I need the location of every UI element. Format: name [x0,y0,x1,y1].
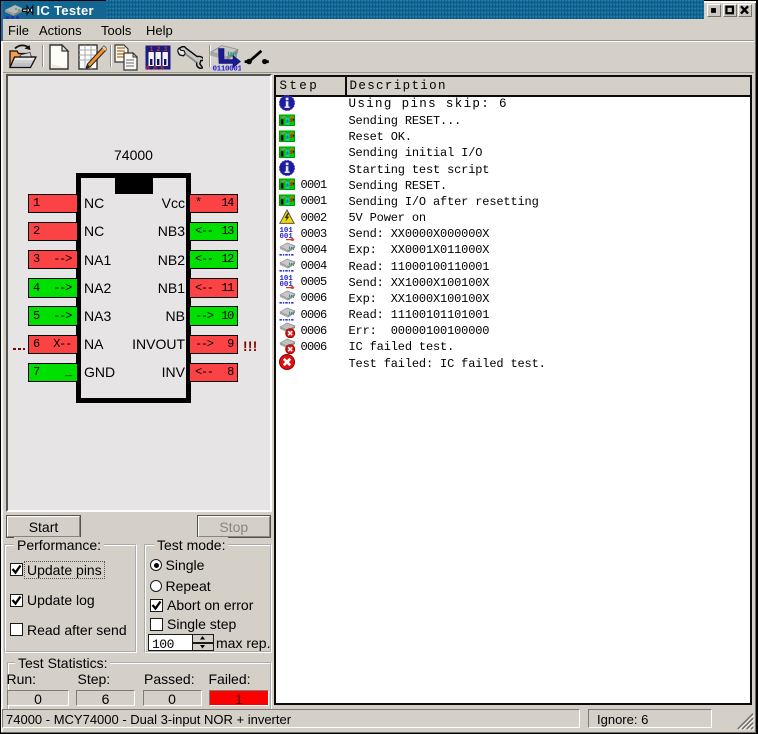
svg-text:0110001: 0110001 [213,66,242,71]
svg-text:2: 2 [156,46,160,53]
svg-text:3: 3 [163,46,167,53]
svg-text:0.0.0: 0.0.0 [146,65,164,70]
svg-text:1: 1 [149,46,153,53]
